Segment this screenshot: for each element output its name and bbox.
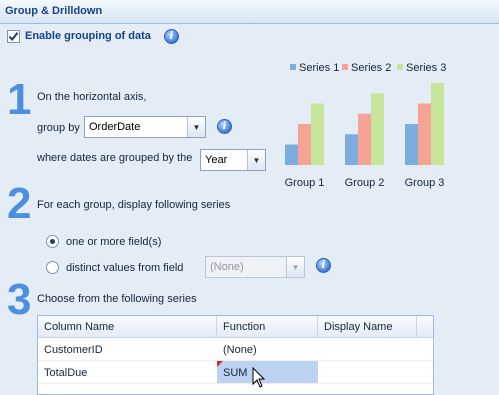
series-instruction-label: For each group, display following series: [37, 199, 231, 211]
enable-grouping-label: Enable grouping of data: [25, 30, 151, 42]
one-or-more-fields-label: one or more field(s): [66, 236, 162, 248]
radio-selected-dot: [50, 239, 55, 244]
legend-swatch: [290, 64, 296, 70]
distinct-field-value: (None): [210, 261, 244, 273]
info-icon[interactable]: i: [164, 29, 179, 44]
table-row[interactable]: TotalDue SUM: [38, 361, 433, 384]
chart-bar: [345, 134, 358, 165]
category-label: Group 1: [285, 177, 325, 189]
chart-bar: [431, 83, 444, 165]
group-by-combo[interactable]: OrderDate ▼: [84, 116, 206, 138]
enable-grouping-checkbox[interactable]: [7, 30, 20, 43]
horizontal-axis-label: On the horizontal axis,: [37, 91, 147, 103]
choose-series-label: Choose from the following series: [37, 293, 197, 305]
panel-title: Group & Drilldown: [5, 5, 103, 17]
date-grouping-value: Year: [205, 154, 228, 166]
table-row[interactable]: CustomerID (None): [38, 338, 433, 361]
cell-function-value: SUM: [223, 367, 248, 379]
category-label: Group 2: [345, 177, 385, 189]
chart-bar: [311, 103, 324, 165]
cell-column-name[interactable]: TotalDue: [38, 361, 217, 383]
info-icon[interactable]: i: [217, 119, 232, 134]
mouse-cursor-icon: [252, 367, 266, 388]
checkmark-icon: [8, 32, 19, 42]
chart-bar: [418, 103, 431, 165]
radio-distinct-values[interactable]: [46, 261, 59, 274]
chart-bar: [358, 113, 371, 165]
cell-column-name[interactable]: CustomerID: [38, 338, 217, 360]
column-header[interactable]: Display Name: [318, 316, 417, 337]
step-number-2: 2: [7, 179, 32, 228]
panel-header: Group & Drilldown: [0, 0, 499, 24]
step-number-1: 1: [7, 75, 32, 124]
legend-swatch: [342, 64, 348, 70]
info-icon[interactable]: i: [316, 258, 331, 273]
chart-bar: [371, 93, 384, 165]
chart-bar: [285, 144, 298, 165]
chart-bar: [405, 124, 418, 165]
cell-function-selected[interactable]: SUM: [217, 361, 318, 383]
distinct-field-combo[interactable]: (None) ▼: [205, 256, 305, 278]
group-by-label: group by: [37, 122, 80, 134]
cell-display-name[interactable]: [318, 361, 417, 383]
legend-label: Series 2: [351, 62, 391, 74]
chevron-down-icon[interactable]: ▼: [187, 117, 205, 137]
legend-label: Series 1: [299, 62, 339, 74]
group-by-value: OrderDate: [89, 121, 141, 133]
series-grid[interactable]: Column Name Function Display Name Custom…: [37, 315, 434, 395]
chevron-down-icon[interactable]: ▼: [286, 257, 304, 277]
cell-display-name[interactable]: [318, 338, 417, 360]
group-preview-chart: Series 1 Series 2 Series 3 Group 1 Group 2 Gr…: [285, 62, 447, 189]
dirty-cell-marker: [217, 361, 223, 367]
chevron-down-icon[interactable]: ▼: [247, 150, 265, 170]
dates-grouped-label: where dates are grouped by the: [37, 152, 193, 164]
category-label: Group 3: [405, 177, 445, 189]
column-header[interactable]: Function: [217, 316, 318, 337]
step-number-3: 3: [7, 275, 32, 324]
date-grouping-combo[interactable]: Year ▼: [200, 149, 266, 171]
cell-function[interactable]: (None): [217, 338, 318, 360]
legend-label: Series 3: [406, 62, 446, 74]
legend-swatch: [397, 64, 403, 70]
chart-bar: [298, 124, 311, 165]
radio-one-or-more-fields[interactable]: [46, 235, 59, 248]
distinct-values-label: distinct values from field: [66, 262, 184, 274]
column-header[interactable]: Column Name: [38, 316, 217, 337]
grid-header: Column Name Function Display Name: [38, 316, 433, 338]
